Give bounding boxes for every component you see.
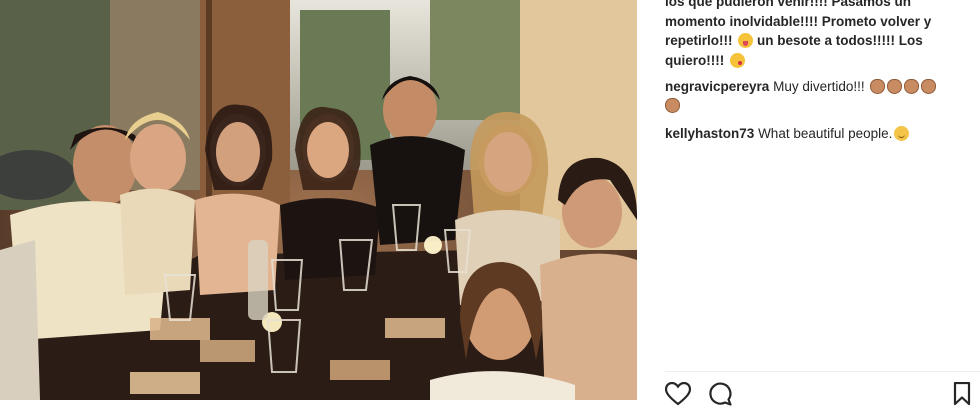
- heart-icon[interactable]: [665, 382, 691, 406]
- wink-emoji-icon: [730, 52, 745, 68]
- caption-line: quiero!!!!: [665, 52, 728, 68]
- post-sidebar: los que pudieron venir!!!! Pasamos un mo…: [637, 0, 980, 406]
- post-caption: los que pudieron venir!!!! Pasamos un mo…: [665, 0, 965, 70]
- clapping-hands-icon: [904, 79, 920, 94]
- comment-text: What beautiful people.: [758, 126, 893, 141]
- clapping-hands-icon: [665, 98, 680, 113]
- bookmark-icon[interactable]: [953, 382, 971, 406]
- caption-line: un besote a todos!!!!! Los: [753, 33, 923, 48]
- comment-text: Muy divertido!!!: [773, 79, 865, 94]
- comment-username[interactable]: kellyhaston73: [665, 126, 754, 141]
- caption-line: momento inolvidable!!!! Prometo volver y: [665, 13, 932, 29]
- post-photo[interactable]: [0, 0, 637, 400]
- comment-icon[interactable]: [708, 382, 732, 406]
- comment-item: kellyhaston73 What beautiful people.: [665, 124, 975, 143]
- tongue-emoji-icon: [738, 33, 754, 48]
- smile-emoji-icon: [894, 126, 910, 141]
- clapping-hands-icon: [870, 79, 886, 94]
- clapping-hands-icon: [921, 79, 937, 94]
- clapping-hands-icon: [887, 79, 903, 94]
- caption-line: los que pudieron venir!!!! Pasamos un: [665, 0, 912, 9]
- group-dinner-photo: [0, 0, 637, 400]
- actions-divider: [665, 371, 980, 372]
- comment-username[interactable]: negravicpereyra: [665, 79, 769, 94]
- caption-line: repetirlo!!!: [665, 33, 737, 48]
- comment-item: negravicpereyra Muy divertido!!!: [665, 77, 975, 115]
